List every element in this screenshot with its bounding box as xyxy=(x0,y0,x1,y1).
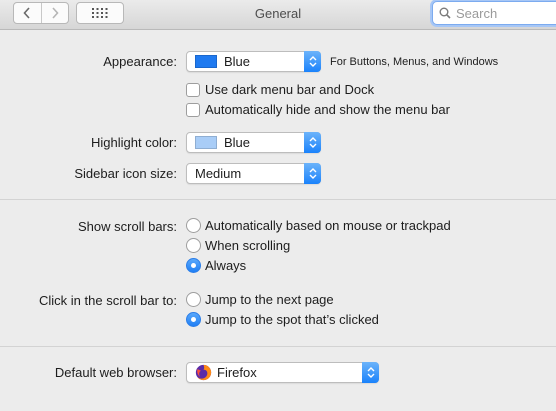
radio-button[interactable] xyxy=(186,292,201,307)
popup-stepper xyxy=(304,51,321,72)
sidebar-icon-size-label: Sidebar icon size: xyxy=(74,166,177,181)
updown-chevron-icon xyxy=(309,137,316,148)
auto-hide-checkbox-row[interactable]: Automatically hide and show the menu bar xyxy=(186,102,450,117)
appearance-label: Appearance: xyxy=(103,54,177,69)
dark-menu-checkbox[interactable] xyxy=(186,82,200,97)
radio-label: Always xyxy=(205,258,247,273)
popup-stepper xyxy=(304,132,321,153)
default-browser-label: Default web browser: xyxy=(54,365,177,380)
radio-label: Jump to the next page xyxy=(205,292,334,307)
search-input[interactable] xyxy=(456,5,556,21)
highlight-popup[interactable]: Blue xyxy=(186,132,321,153)
updown-chevron-icon xyxy=(309,56,316,67)
scroll-bars-option-auto[interactable]: Automatically based on mouse or trackpad xyxy=(186,218,451,233)
radio-button[interactable] xyxy=(186,238,201,253)
search-icon xyxy=(439,7,451,19)
updown-chevron-icon xyxy=(309,168,316,179)
toolbar: General xyxy=(0,0,556,30)
scroll-click-label: Click in the scroll bar to: xyxy=(39,293,177,308)
default-browser-popup[interactable]: Firefox xyxy=(186,362,379,383)
highlight-swatch xyxy=(195,136,217,149)
sidebar-icon-size-value: Medium xyxy=(195,166,242,181)
scroll-bars-label: Show scroll bars: xyxy=(78,219,177,234)
updown-chevron-icon xyxy=(367,367,374,378)
auto-hide-label: Automatically hide and show the menu bar xyxy=(205,102,450,117)
dark-menu-label: Use dark menu bar and Dock xyxy=(205,82,375,97)
scroll-bars-option-always[interactable]: Always xyxy=(186,258,246,273)
popup-stepper xyxy=(304,163,321,184)
highlight-label: Highlight color: xyxy=(91,135,177,150)
highlight-value: Blue xyxy=(224,135,251,150)
radio-label: Jump to the spot that’s clicked xyxy=(205,312,379,327)
appearance-popup[interactable]: Blue xyxy=(186,51,321,72)
radio-label: When scrolling xyxy=(205,238,291,253)
scroll-click-option-next-page[interactable]: Jump to the next page xyxy=(186,292,334,307)
radio-label: Automatically based on mouse or trackpad xyxy=(205,218,451,233)
auto-hide-checkbox[interactable] xyxy=(186,102,200,117)
scroll-click-option-spot[interactable]: Jump to the spot that’s clicked xyxy=(186,312,379,327)
dark-menu-checkbox-row[interactable]: Use dark menu bar and Dock xyxy=(186,82,374,97)
radio-button-selected[interactable] xyxy=(186,312,201,327)
search-field[interactable] xyxy=(432,1,556,25)
firefox-icon xyxy=(195,364,212,381)
popup-stepper xyxy=(362,362,379,383)
appearance-swatch xyxy=(195,55,217,68)
sidebar-icon-size-popup[interactable]: Medium xyxy=(186,163,321,184)
scroll-bars-option-scrolling[interactable]: When scrolling xyxy=(186,238,290,253)
divider xyxy=(0,346,556,347)
divider xyxy=(0,199,556,200)
appearance-hint: For Buttons, Menus, and Windows xyxy=(330,56,499,68)
radio-button-selected[interactable] xyxy=(186,258,201,273)
default-browser-value: Firefox xyxy=(217,365,257,380)
appearance-value: Blue xyxy=(224,54,251,69)
radio-button[interactable] xyxy=(186,218,201,233)
